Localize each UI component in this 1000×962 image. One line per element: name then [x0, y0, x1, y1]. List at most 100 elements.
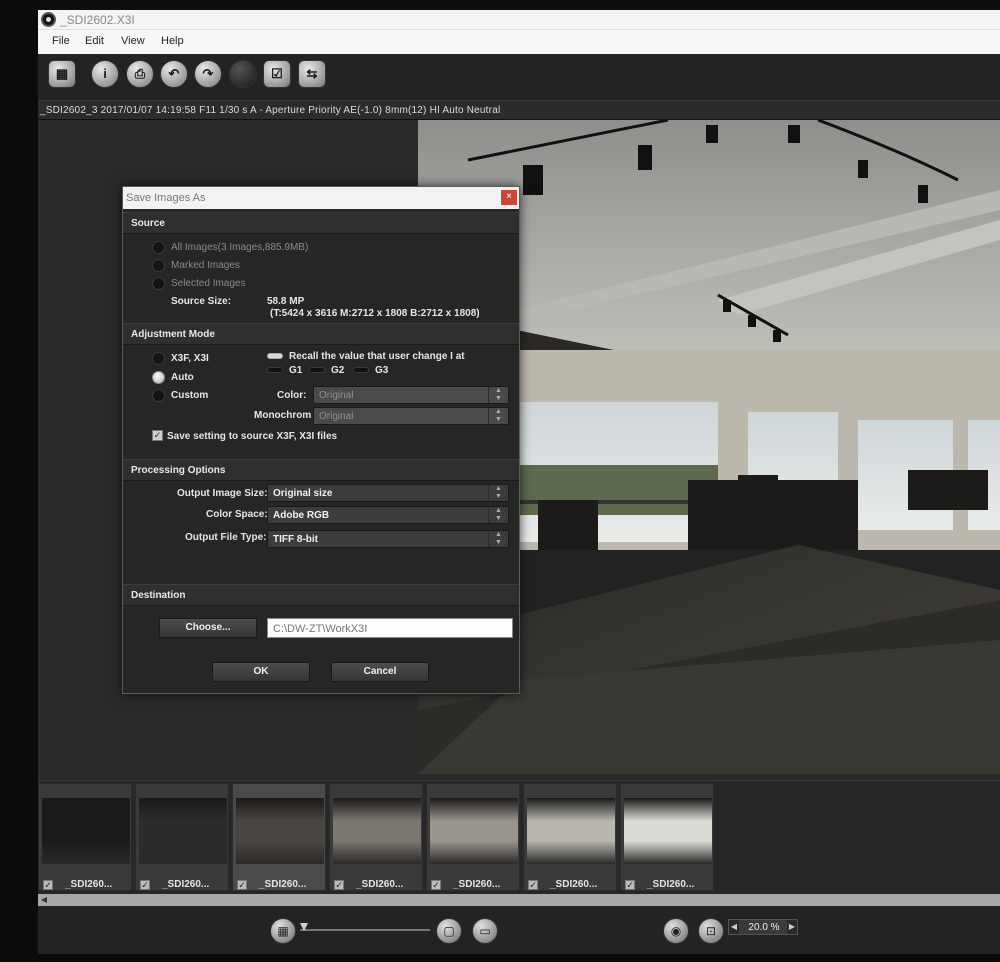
thumbnail-checkbox[interactable]: ✓ — [140, 880, 150, 890]
checkmark-icon: ✓ — [529, 880, 537, 890]
source-size-detail: (T:5424 x 3616 M:2712 x 1808 B:2712 x 18… — [270, 308, 480, 319]
slider-handle[interactable] — [300, 923, 308, 931]
check-button[interactable]: ☑ — [263, 60, 291, 88]
color-select-value: Original — [319, 390, 354, 401]
rotate-left-icon: ↶ — [168, 66, 180, 81]
actual-size-button[interactable]: ⊡ — [698, 918, 724, 944]
color-space-select[interactable]: Adobe RGB ▲ ▼ — [267, 506, 509, 524]
close-icon: × — [506, 191, 512, 202]
monochrome-label: Monochrom — [254, 410, 312, 421]
radio-selected-images[interactable] — [152, 277, 165, 290]
thumbnail-image — [527, 798, 615, 864]
window-title: _SDI2602.X3I — [60, 13, 135, 27]
zoom-level-control[interactable]: ◀ 20.0 % ▶ — [728, 919, 798, 935]
thumbnail[interactable]: ✓ _SDI260... — [135, 783, 229, 891]
source-heading: Source — [131, 218, 165, 229]
single-view-icon: ▢ — [443, 924, 455, 938]
output-size-select[interactable]: Original size ▲ ▼ — [267, 484, 509, 502]
thumbnail-image — [42, 798, 130, 864]
menu-help[interactable]: Help — [161, 35, 184, 47]
thumbnail-scrollbar[interactable]: ◀ — [38, 894, 1000, 906]
menu-edit[interactable]: Edit — [85, 35, 104, 47]
save-setting-checkbox[interactable]: ✓ — [152, 430, 163, 441]
single-view-button[interactable]: ▢ — [436, 918, 462, 944]
checkmark-icon: ✓ — [626, 880, 634, 890]
source-size-value: 58.8 MP — [267, 296, 305, 307]
checkmark-icon: ✓ — [335, 880, 343, 890]
thumbnail-checkbox[interactable]: ✓ — [334, 880, 344, 890]
thumbnail-checkbox[interactable]: ✓ — [528, 880, 538, 890]
checkmark-icon: ✓ — [432, 880, 440, 890]
rotate-left-button[interactable]: ↶ — [160, 60, 188, 88]
color-select[interactable]: Original ▲ ▼ — [313, 386, 509, 404]
save-images-dialog: Save Images As × Source All Images(3 Ima… — [122, 186, 520, 694]
color-space-label: Color Space: — [206, 509, 268, 520]
thumbnail[interactable]: ✓ _SDI260... — [232, 783, 326, 891]
save-setting-label: Save setting to source X3F, X3I files — [167, 431, 338, 442]
group-g3-toggle[interactable] — [353, 367, 369, 373]
thumbnail[interactable]: ✓ _SDI260... — [38, 783, 132, 891]
group-g1-toggle[interactable] — [267, 367, 283, 373]
thumbnail[interactable]: ✓ _SDI260... — [329, 783, 423, 891]
print-button[interactable]: ⎙ — [126, 60, 154, 88]
radio-mode-x3f[interactable] — [152, 352, 165, 365]
fit-screen-icon: ◉ — [670, 924, 682, 938]
menu-file[interactable]: File — [52, 35, 70, 47]
radio-mode-auto[interactable] — [152, 371, 165, 384]
thumbnail-checkbox[interactable]: ✓ — [431, 880, 441, 890]
output-type-select[interactable]: TIFF 8-bit ▲ ▼ — [267, 530, 509, 548]
thumbnail-label: _SDI260... — [65, 879, 113, 890]
save-tiff-button[interactable]: ▦ — [48, 60, 76, 88]
x3f-button[interactable] — [229, 60, 257, 88]
destination-path-field[interactable]: C:\DW-ZT\WorkX3I — [267, 618, 513, 638]
image-info-text: _SDI2602_3 2017/01/07 14:19:58 F11 1/30 … — [40, 105, 501, 116]
destination-section-header: Destination — [123, 584, 519, 606]
rotate-right-button[interactable]: ↷ — [194, 60, 222, 88]
fit-screen-button[interactable]: ◉ — [663, 918, 689, 944]
monochrome-select[interactable]: Original ▲ ▼ — [313, 407, 509, 425]
mode-x3f-label: X3F, X3I — [171, 353, 209, 364]
radio-mode-custom[interactable] — [152, 389, 165, 402]
group-g2-toggle[interactable] — [309, 367, 325, 373]
radio-all-images[interactable] — [152, 241, 165, 254]
menu-view[interactable]: View — [121, 35, 145, 47]
recall-toggle[interactable] — [267, 353, 283, 359]
image-info-bar: _SDI2602_3 2017/01/07 14:19:58 F11 1/30 … — [38, 100, 1000, 120]
thumbnail-checkbox[interactable]: ✓ — [43, 880, 53, 890]
recall-label: Recall the value that user change I at — [289, 351, 465, 362]
zoom-out-arrow-icon[interactable]: ◀ — [729, 920, 739, 934]
zoom-in-arrow-icon[interactable]: ▶ — [787, 920, 797, 934]
group-g3-label: G3 — [375, 365, 389, 376]
selected-images-label: Selected Images — [171, 278, 246, 289]
dialog-title: Save Images As — [126, 192, 206, 204]
thumbnail-image — [430, 798, 518, 864]
thumbnail-label: _SDI260... — [356, 879, 404, 890]
choose-folder-button[interactable]: Choose... — [159, 618, 257, 638]
sync-button[interactable]: ⇆ — [298, 60, 326, 88]
thumbnail-checkbox[interactable]: ✓ — [237, 880, 247, 890]
thumbnail[interactable]: ✓ _SDI260... — [426, 783, 520, 891]
ok-button[interactable]: OK — [212, 662, 310, 682]
thumbnail-checkbox[interactable]: ✓ — [625, 880, 635, 890]
radio-marked-images[interactable] — [152, 259, 165, 272]
save-tiff-icon: ▦ — [55, 66, 69, 81]
output-type-label: Output File Type: — [185, 532, 267, 543]
thumbnail-size-slider[interactable] — [300, 929, 430, 931]
thumbnail-strip: ✓ _SDI260... ✓ _SDI260... ✓ _SDI260... ✓… — [38, 780, 1000, 894]
compare-view-icon: ▭ — [479, 924, 491, 938]
dialog-close-button[interactable]: × — [501, 190, 517, 205]
color-label: Color: — [277, 390, 307, 401]
info-button[interactable]: i — [91, 60, 119, 88]
thumbnail[interactable]: ✓ _SDI260... — [523, 783, 617, 891]
output-type-value: TIFF 8-bit — [273, 534, 318, 545]
menu-bar: File Edit View Help — [38, 30, 1000, 54]
thumbnail-image — [236, 798, 324, 864]
compare-view-button[interactable]: ▭ — [472, 918, 498, 944]
bottom-toolbar: ▦ ▢ ▭ ◉ ⊡ ◀ 20.0 % ▶ — [38, 906, 1000, 954]
scroll-left-icon[interactable]: ◀ — [38, 894, 50, 906]
thumbnail[interactable]: ✓ _SDI260... — [620, 783, 714, 891]
spin-arrows-icon: ▲ ▼ — [488, 531, 508, 547]
cancel-button[interactable]: Cancel — [331, 662, 429, 682]
monitor-bezel-top — [0, 0, 1000, 10]
grid-view-button[interactable]: ▦ — [270, 918, 296, 944]
